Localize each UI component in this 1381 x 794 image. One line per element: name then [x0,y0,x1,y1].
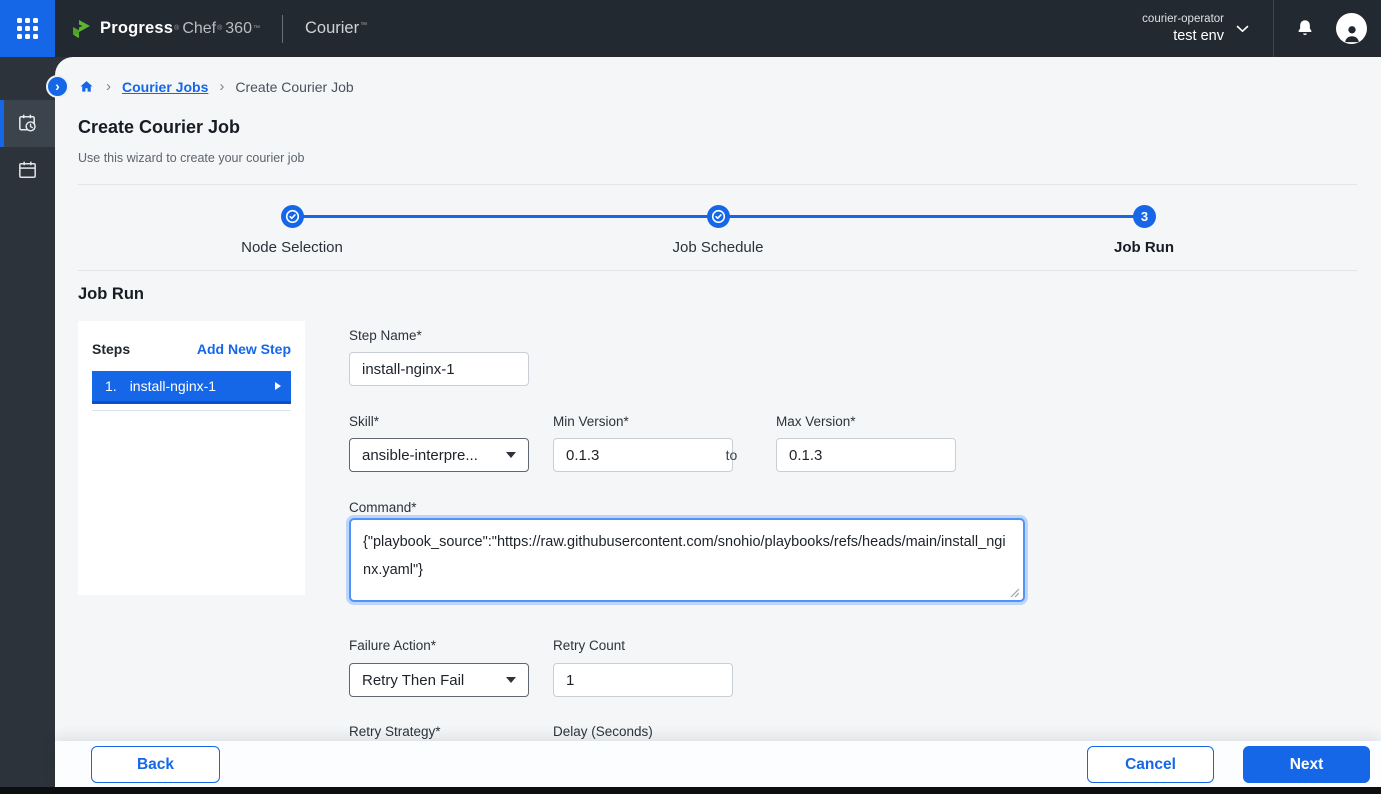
app-launcher-button[interactable] [0,0,55,57]
user-environment: test env [1142,27,1224,45]
user-menu[interactable]: courier-operator test env [1142,0,1249,57]
section-heading-job-run: Job Run [78,285,144,304]
breadcrumb-separator: › [219,78,224,95]
sidebar-item-courier-jobs[interactable] [0,100,55,147]
next-button[interactable]: Next [1243,746,1370,783]
notifications-button[interactable] [1274,0,1336,57]
breadcrumb-current: Create Courier Job [235,79,353,95]
brand-progress-text: Progress [100,19,173,38]
caret-down-icon [506,677,516,683]
check-circle-icon [710,208,727,225]
failure-action-select[interactable]: Retry Then Fail [349,663,529,697]
sidebar-item-schedules[interactable] [0,147,55,194]
step-item-name: install-nginx-1 [130,378,216,394]
steps-panel-title: Steps [92,341,130,357]
user-role: courier-operator [1142,12,1224,27]
delay-seconds-label: Delay (Seconds) [553,724,653,739]
min-version-input[interactable] [553,438,733,472]
profile-avatar-button[interactable] [1336,13,1367,44]
waffle-icon [17,18,38,39]
arrow-right-icon [275,382,281,390]
command-textarea[interactable]: {"playbook_source":"https://raw.githubus… [349,518,1025,602]
breadcrumb-separator: › [106,78,111,95]
cancel-button[interactable]: Cancel [1087,746,1214,783]
steps-panel: Steps Add New Step 1. install-nginx-1 [78,321,305,595]
check-circle-icon [284,208,301,225]
skill-label: Skill* [349,414,379,429]
max-version-label: Max Version* [776,414,856,429]
stepper-label-job-schedule: Job Schedule [628,239,808,256]
app-window: Progress® Chef® 360™ Courier™ courier-op… [0,0,1381,794]
page-title: Create Courier Job [78,117,240,138]
max-version-input[interactable] [776,438,956,472]
progress-logo-icon [69,17,93,41]
breadcrumb: › Courier Jobs › Create Courier Job [78,78,354,95]
step-name-label: Step Name* [349,328,422,343]
stepper-step-3-active[interactable]: 3 [1133,205,1156,228]
retry-count-label: Retry Count [553,638,625,653]
product-name-text: Courier [305,19,359,37]
min-version-label: Min Version* [553,414,629,429]
brand-chef-text: Chef [182,20,216,38]
skill-select[interactable]: ansible-interpre... [349,438,529,472]
calendar-icon [16,159,39,182]
wizard-footer: Back Cancel Next [55,741,1381,787]
product-name: Courier™ [305,19,367,38]
step-item-index: 1. [105,378,117,394]
step-list-item-selected[interactable]: 1. install-nginx-1 [92,371,291,404]
add-new-step-button[interactable]: Add New Step [197,341,291,357]
stepper-step-2-complete[interactable] [707,205,730,228]
window-bottom-edge [0,787,1381,794]
main-content: › Courier Jobs › Create Courier Job Crea… [55,57,1381,787]
chef-trademark: ® [217,25,222,32]
top-header: Progress® Chef® 360™ Courier™ courier-op… [0,0,1381,57]
breadcrumb-link-courier-jobs[interactable]: Courier Jobs [122,79,208,95]
suite-trademark: ™ [253,25,260,32]
brand-suite-text: 360 [225,20,252,38]
skill-select-value: ansible-interpre... [362,447,478,464]
caret-down-icon [506,452,516,458]
command-label: Command* [349,500,417,515]
sidebar-expand-toggle[interactable]: › [46,75,69,98]
product-trademark: ™ [360,22,367,29]
stepper-label-job-run: Job Run [1054,239,1234,256]
retry-strategy-label: Retry Strategy* [349,724,441,739]
divider [78,270,1357,271]
page-subtitle: Use this wizard to create your courier j… [78,151,304,165]
retry-count-input[interactable] [553,663,733,697]
brand-divider [282,15,283,43]
stepper-label-node-selection: Node Selection [202,239,382,256]
chevron-down-icon [1236,25,1249,33]
person-icon [1341,22,1363,44]
step-name-input[interactable] [349,352,529,386]
failure-action-select-value: Retry Then Fail [362,672,464,689]
divider [78,184,1357,185]
home-icon[interactable] [78,79,95,95]
progress-trademark: ® [174,25,179,32]
failure-action-label: Failure Action* [349,638,436,653]
back-button[interactable]: Back [91,746,220,783]
left-sidebar [0,57,55,787]
brand-logo: Progress® Chef® 360™ [69,0,260,57]
version-range-join-text: to [710,447,753,463]
divider [92,410,291,411]
bell-icon [1294,17,1316,40]
job-board-clock-icon [16,112,39,135]
stepper-step-1-complete[interactable] [281,205,304,228]
